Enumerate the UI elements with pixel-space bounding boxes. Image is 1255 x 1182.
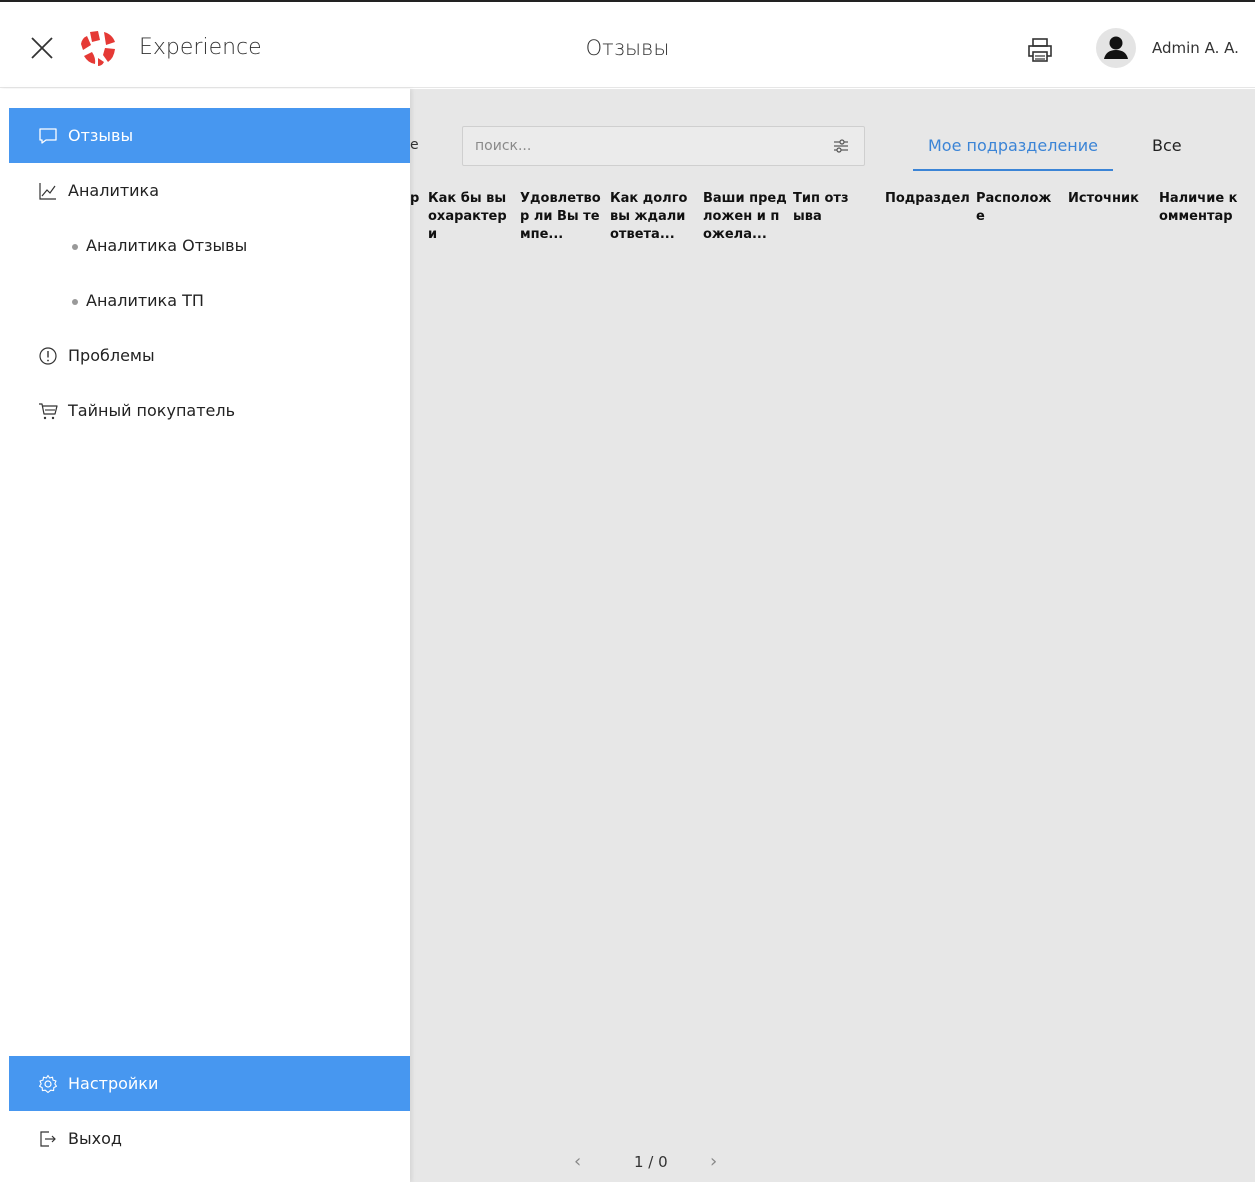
column-header[interactable]: Удовлетвор ли Вы темпе... bbox=[520, 190, 608, 244]
sidebar-subitem-analytics-reviews[interactable]: Аналитика Отзывы bbox=[9, 218, 410, 273]
user-icon bbox=[1104, 36, 1128, 59]
sidebar-item-label: Тайный покупатель bbox=[68, 401, 236, 420]
user-name[interactable]: Admin A. A. bbox=[1152, 39, 1239, 57]
alert-circle-icon bbox=[39, 347, 57, 365]
tab-my-department[interactable]: Мое подразделение bbox=[913, 135, 1113, 171]
cart-icon bbox=[39, 403, 58, 420]
column-header[interactable]: Как бы вы охарактери bbox=[428, 190, 508, 244]
sidebar-item-analytics[interactable]: Аналитика bbox=[9, 163, 410, 218]
search-box bbox=[462, 126, 865, 166]
sidebar-item-label: Проблемы bbox=[68, 346, 155, 365]
main-content: е Мое подразделение Все р Как бы вы охар… bbox=[410, 89, 1255, 1182]
chat-icon bbox=[39, 128, 57, 144]
logout-icon bbox=[40, 1131, 56, 1147]
sidebar-item-reviews[interactable]: Отзывы bbox=[9, 108, 410, 163]
printer-icon[interactable] bbox=[1026, 36, 1054, 64]
page-indicator: 1 / 0 bbox=[634, 1153, 668, 1171]
column-header[interactable]: Тип отзыва bbox=[793, 190, 853, 226]
sidebar-item-label: Аналитика Отзывы bbox=[86, 236, 248, 255]
app-name: Experience bbox=[139, 35, 262, 60]
sidebar-item-mystery-shopper[interactable]: Тайный покупатель bbox=[9, 383, 410, 438]
sidebar-subitem-analytics-mp[interactable]: Аналитика ТП bbox=[9, 273, 410, 328]
tab-all[interactable]: Все bbox=[1152, 136, 1182, 155]
column-header[interactable]: Расположе bbox=[976, 190, 1060, 226]
bullet-icon bbox=[72, 244, 78, 250]
sidebar-item-problems[interactable]: Проблемы bbox=[9, 328, 410, 383]
sidebar-item-settings[interactable]: Настройки bbox=[9, 1056, 410, 1111]
column-header[interactable]: Ваши предложен и пожела... bbox=[703, 190, 787, 244]
filter-label: е bbox=[410, 137, 419, 153]
column-header[interactable]: Источник bbox=[1068, 190, 1148, 208]
chart-line-icon bbox=[39, 183, 56, 200]
column-header[interactable]: Как долго вы ждали ответа... bbox=[610, 190, 690, 244]
column-header[interactable]: Подраздел bbox=[885, 190, 970, 208]
logo-icon bbox=[81, 31, 115, 66]
sidebar-item-label: Отзывы bbox=[68, 126, 134, 145]
pagination: ‹ 1 / 0 › bbox=[410, 1151, 1255, 1173]
column-header[interactable]: Наличие комментар bbox=[1159, 190, 1244, 226]
next-page-button[interactable]: › bbox=[710, 1151, 717, 1172]
sidebar-item-label: Выход bbox=[68, 1129, 122, 1148]
gear-icon bbox=[38, 1074, 58, 1094]
search-input[interactable] bbox=[475, 135, 815, 157]
filter-settings-icon[interactable] bbox=[832, 137, 850, 155]
sidebar-item-label: Аналитика bbox=[68, 181, 160, 200]
sidebar: Отзывы Аналитика Аналитика Отзывы Аналит… bbox=[0, 89, 410, 1182]
column-header[interactable]: р bbox=[410, 190, 421, 208]
prev-page-button[interactable]: ‹ bbox=[574, 1151, 581, 1172]
app-header: Experience Отзывы Admin A. A. bbox=[0, 2, 1255, 88]
avatar[interactable] bbox=[1096, 28, 1136, 68]
bullet-icon bbox=[72, 299, 78, 305]
sidebar-item-logout[interactable]: Выход bbox=[9, 1111, 410, 1166]
close-icon[interactable] bbox=[28, 34, 56, 62]
sidebar-item-label: Настройки bbox=[68, 1074, 159, 1093]
sidebar-item-label: Аналитика ТП bbox=[86, 291, 204, 310]
